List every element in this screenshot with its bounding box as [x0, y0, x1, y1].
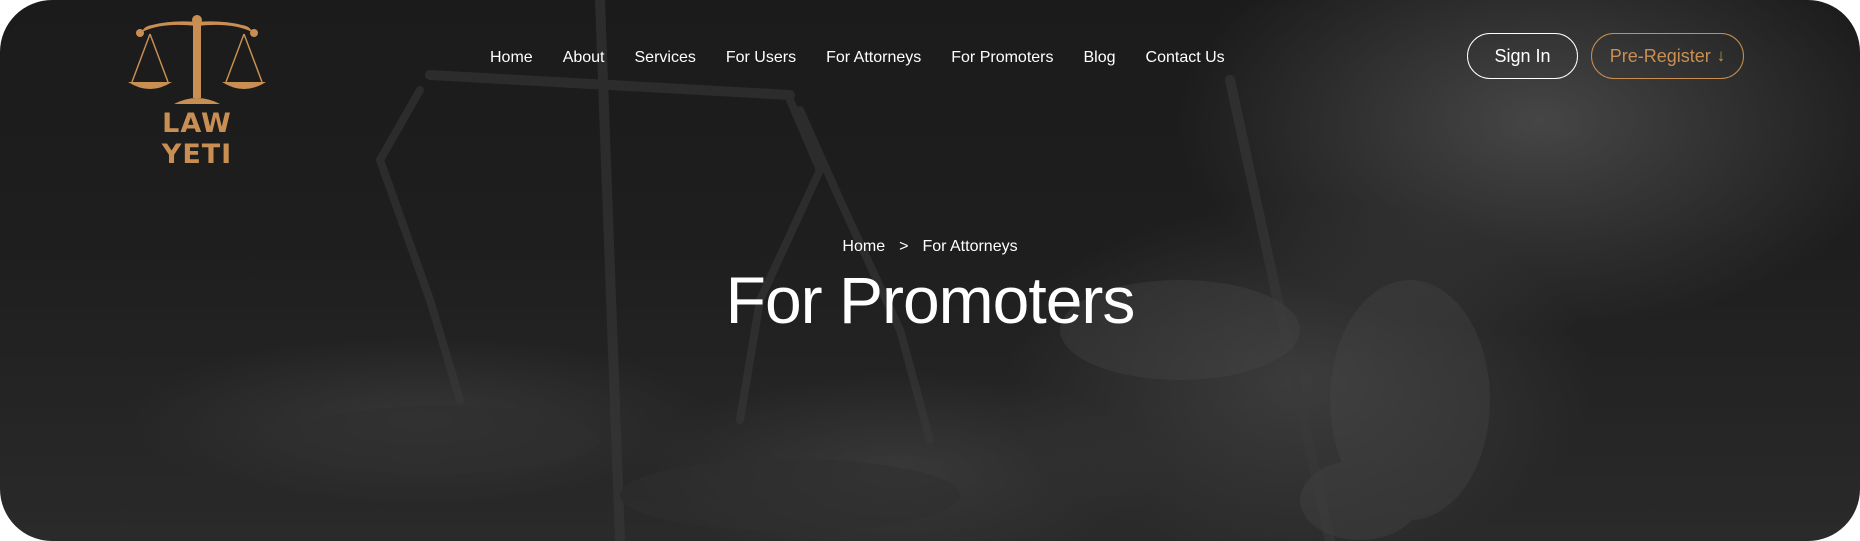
breadcrumb: Home > For Attorneys [0, 238, 1860, 256]
breadcrumb-separator: > [899, 238, 909, 255]
nav-item-home[interactable]: Home [490, 49, 533, 67]
breadcrumb-home-link[interactable]: Home [842, 238, 885, 256]
pre-register-button[interactable]: Pre-Register ↓ [1591, 33, 1744, 79]
nav-item-contact-us[interactable]: Contact Us [1146, 49, 1225, 67]
scales-of-justice-icon [128, 15, 266, 104]
logo-text: LAW YETI [161, 108, 233, 170]
nav-item-about[interactable]: About [563, 49, 605, 67]
nav-item-for-attorneys[interactable]: For Attorneys [826, 49, 921, 67]
nav-item-for-promoters[interactable]: For Promoters [951, 49, 1053, 67]
sign-in-button[interactable]: Sign In [1467, 33, 1578, 79]
pre-register-label: Pre-Register [1609, 45, 1711, 66]
nav-item-for-users[interactable]: For Users [726, 49, 796, 67]
hero-banner: LAW YETI Home About Services For Users F… [0, 0, 1860, 541]
sign-in-label: Sign In [1494, 45, 1551, 66]
nav-item-services[interactable]: Services [635, 49, 696, 67]
breadcrumb-current: For Attorneys [922, 238, 1018, 255]
page-title: For Promoters [725, 263, 1136, 337]
main-nav: Home About Services For Users For Attorn… [490, 46, 1225, 70]
arrow-down-icon: ↓ [1716, 46, 1726, 65]
nav-item-blog[interactable]: Blog [1084, 49, 1116, 67]
logo[interactable]: LAW YETI [122, 12, 272, 170]
